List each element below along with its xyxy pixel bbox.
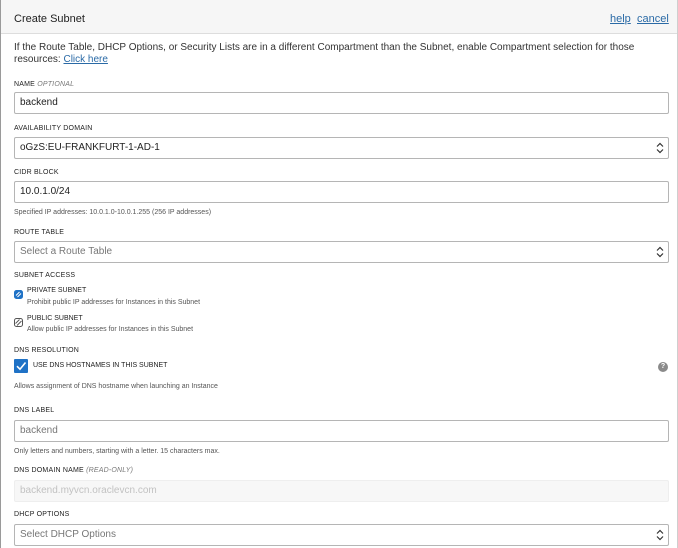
public-subnet-label: PUBLIC SUBNET	[27, 315, 83, 322]
dhcp-options-placeholder: Select DHCP Options	[20, 529, 116, 540]
dns-domain-name-label-text: DNS DOMAIN NAME	[14, 467, 84, 474]
route-table-placeholder: Select a Route Table	[20, 246, 113, 257]
dns-domain-name-field: backend.myvcn.oraclevcn.com	[14, 480, 669, 502]
dns-label-input[interactable]: backend	[14, 420, 669, 442]
dns-resolution-hint: Allows assignment of DNS hostname when l…	[14, 383, 218, 390]
read-only-tag: (READ-ONLY)	[86, 467, 134, 474]
dns-label-hint: Only letters and numbers, starting with …	[14, 448, 220, 455]
chevron-updown-icon	[656, 246, 664, 258]
use-dns-hostnames-checkbox[interactable]	[14, 359, 28, 373]
chevron-updown-icon	[656, 142, 664, 154]
name-label-text: NAME	[14, 81, 36, 88]
create-subnet-dialog: Create Subnet help cancel If the Route T…	[0, 0, 678, 548]
private-subnet-description: Prohibit public IP addresses for Instanc…	[27, 299, 201, 306]
question-icon[interactable]: ?	[658, 362, 668, 372]
help-link[interactable]: help	[610, 13, 631, 25]
cidr-block-input[interactable]: 10.0.1.0/24	[14, 181, 669, 203]
dhcp-options-label: DHCP OPTIONS	[14, 511, 70, 518]
dialog-header: Create Subnet help cancel	[1, 0, 677, 34]
dns-resolution-label: DNS RESOLUTION	[14, 347, 80, 354]
cidr-block-label: CIDR BLOCK	[14, 169, 59, 176]
route-table-select[interactable]: Select a Route Table	[14, 241, 669, 263]
name-label: NAME OPTIONAL	[14, 81, 74, 88]
chevron-updown-icon	[656, 529, 664, 541]
private-subnet-label: PRIVATE SUBNET	[27, 287, 87, 294]
availability-domain-label: AVAILABILITY DOMAIN	[14, 125, 93, 132]
cancel-link[interactable]: cancel	[637, 13, 669, 25]
radio-unselected-icon	[14, 314, 23, 327]
availability-domain-value: oGzS:EU-FRANKFURT-1-AD-1	[20, 142, 160, 153]
route-table-label: ROUTE TABLE	[14, 229, 65, 236]
cidr-block-hint: Specified IP addresses: 10.0.1.0-10.0.1.…	[14, 209, 212, 216]
availability-domain-select[interactable]: oGzS:EU-FRANKFURT-1-AD-1	[14, 137, 669, 159]
subnet-access-label: SUBNET ACCESS	[14, 272, 76, 279]
dns-domain-name-label: DNS DOMAIN NAME (READ-ONLY)	[14, 467, 133, 474]
dhcp-options-select[interactable]: Select DHCP Options	[14, 524, 669, 546]
dialog-title: Create Subnet	[14, 13, 85, 25]
dns-label-label: DNS LABEL	[14, 407, 55, 414]
radio-selected-icon	[14, 286, 23, 299]
click-here-link[interactable]: Click here	[63, 54, 107, 65]
public-subnet-description: Allow public IP addresses for Instances …	[27, 326, 194, 333]
name-optional-tag: OPTIONAL	[37, 81, 75, 88]
compartment-notice: If the Route Table, DHCP Options, or Sec…	[14, 42, 666, 66]
use-dns-hostnames-label: USE DNS HOSTNAMES IN THIS SUBNET	[33, 362, 168, 369]
name-input[interactable]: backend	[14, 92, 669, 114]
